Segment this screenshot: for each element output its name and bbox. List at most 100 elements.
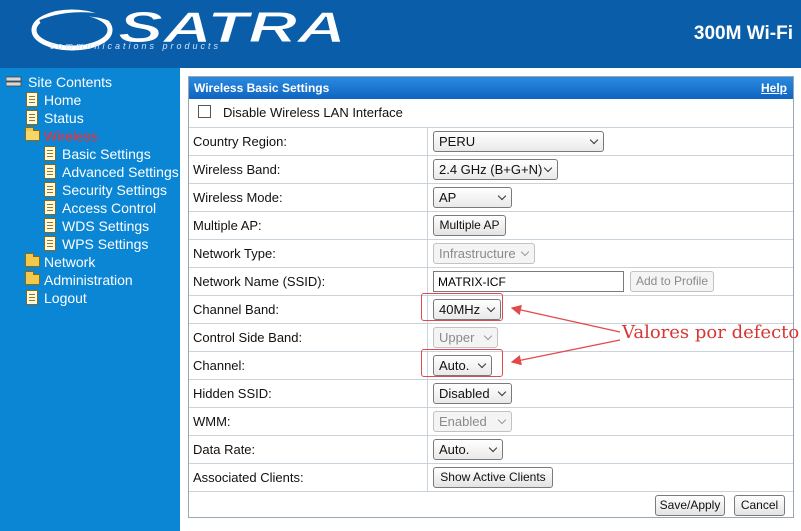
document-icon (26, 110, 38, 125)
folder-icon (25, 271, 40, 285)
chevron-down-icon (483, 331, 493, 341)
multiple-ap-button[interactable]: Multiple AP (433, 215, 506, 236)
cancel-button[interactable]: Cancel (734, 495, 785, 516)
control-side-band-value: Upper (439, 330, 475, 345)
site-contents-icon (6, 76, 22, 87)
disable-wlan-checkbox[interactable] (198, 105, 211, 118)
wireless-mode-row: Wireless Mode: AP (189, 183, 793, 211)
wireless-mode-select[interactable]: AP (433, 187, 512, 208)
disable-wlan-label: Disable Wireless LAN Interface (223, 105, 403, 120)
column-divider (427, 240, 428, 267)
channel-band-label: Channel Band: (193, 302, 280, 317)
document-icon (44, 200, 56, 215)
network-type-row: Network Type: Infrastructure (189, 239, 793, 267)
wireless-mode-value: AP (439, 190, 457, 205)
folder-open-icon (25, 127, 40, 141)
country-region-value: PERU (439, 134, 476, 149)
document-icon (44, 218, 56, 233)
ssid-row: Network Name (SSID): MATRIX-ICF Add to P… (189, 267, 793, 295)
document-icon (44, 236, 56, 251)
satra-logo: SATRA communications products (31, 3, 347, 53)
column-divider (427, 268, 428, 295)
sidebar-item-label: Basic Settings (62, 146, 151, 162)
folder-icon (25, 253, 40, 267)
hidden-ssid-label: Hidden SSID: (193, 386, 272, 401)
add-to-profile-button[interactable]: Add to Profile (630, 271, 714, 292)
chevron-down-icon (497, 191, 507, 201)
multiple-ap-row: Multiple AP: Multiple AP (189, 211, 793, 239)
sidebar-item-label: WPS Settings (62, 236, 149, 252)
chevron-down-icon (589, 135, 599, 145)
associated-clients-row: Associated Clients: Show Active Clients (189, 463, 793, 491)
data-rate-select[interactable]: Auto. (433, 439, 503, 460)
column-divider (427, 380, 428, 407)
column-divider (427, 464, 428, 491)
column-divider (427, 436, 428, 463)
sidebar-item-label: Administration (44, 272, 133, 288)
action-row: Save/Apply Cancel (189, 491, 793, 517)
save-apply-button[interactable]: Save/Apply (655, 495, 725, 516)
column-divider (427, 408, 428, 435)
control-side-band-select[interactable]: Upper (433, 327, 498, 348)
wireless-band-label: Wireless Band: (193, 162, 281, 177)
sidebar-item-label: Status (44, 110, 84, 126)
column-divider (427, 128, 428, 155)
hidden-ssid-row: Hidden SSID: Disabled (189, 379, 793, 407)
chevron-down-icon (543, 163, 553, 173)
header-bar: SATRA communications products 300M Wi-Fi (0, 0, 801, 68)
annotation-arrows (510, 304, 621, 366)
country-region-label: Country Region: (193, 134, 287, 149)
disable-wlan-row: Disable Wireless LAN Interface (189, 99, 793, 127)
sidebar-root-label: Site Contents (28, 74, 113, 90)
chevron-down-icon (488, 443, 498, 453)
data-rate-label: Data Rate: (193, 442, 256, 457)
wmm-value: Enabled (439, 414, 487, 429)
network-type-label: Network Type: (193, 246, 276, 261)
sidebar-item-label: Wireless (44, 128, 98, 144)
sidebar-item-label: Network (44, 254, 96, 270)
associated-clients-label: Associated Clients: (193, 470, 304, 485)
multiple-ap-label: Multiple AP: (193, 218, 262, 233)
country-region-select[interactable]: PERU (433, 131, 604, 152)
column-divider (427, 184, 428, 211)
sidebar-item-label: WDS Settings (62, 218, 150, 234)
sidebar-item-label: Security Settings (62, 182, 168, 198)
wmm-row: WMM: Enabled (189, 407, 793, 435)
network-type-select[interactable]: Infrastructure (433, 243, 535, 264)
column-divider (427, 324, 428, 351)
sidebar-item-label: Logout (44, 290, 87, 306)
wireless-band-value: 2.4 GHz (B+G+N) (439, 162, 543, 177)
show-active-clients-button[interactable]: Show Active Clients (433, 467, 553, 488)
document-icon (44, 146, 56, 161)
ssid-label: Network Name (SSID): (193, 274, 326, 289)
highlight-channel-band (421, 293, 503, 321)
highlight-channel (421, 349, 503, 377)
ssid-value: MATRIX-ICF (438, 275, 506, 289)
data-rate-row: Data Rate: Auto. (189, 435, 793, 463)
column-divider (427, 156, 428, 183)
ssid-input[interactable]: MATRIX-ICF (433, 271, 624, 292)
help-link[interactable]: Help (761, 81, 787, 95)
model-title: 300M Wi-Fi (693, 23, 793, 44)
wireless-mode-label: Wireless Mode: (193, 190, 283, 205)
sidebar: Site Contents Home Status Wireless Basic… (0, 68, 180, 531)
wmm-label: WMM: (193, 414, 231, 429)
brand-tagline: communications products (50, 41, 221, 51)
country-region-row: Country Region: PERU (189, 127, 793, 155)
document-icon (44, 182, 56, 197)
hidden-ssid-value: Disabled (439, 386, 490, 401)
document-icon (26, 92, 38, 107)
wmm-select[interactable]: Enabled (433, 411, 512, 432)
wireless-band-row: Wireless Band: 2.4 GHz (B+G+N) (189, 155, 793, 183)
channel-label: Channel: (193, 358, 246, 373)
network-type-value: Infrastructure (439, 246, 516, 261)
wireless-band-select[interactable]: 2.4 GHz (B+G+N) (433, 159, 558, 180)
document-icon (26, 290, 38, 305)
data-rate-value: Auto. (439, 442, 470, 457)
sidebar-item-label: Advanced Settings (62, 164, 179, 180)
panel-title: Wireless Basic Settings (194, 81, 330, 95)
chevron-down-icon (497, 387, 507, 397)
hidden-ssid-select[interactable]: Disabled (433, 383, 512, 404)
column-divider (427, 212, 428, 239)
panel-title-bar: Wireless Basic Settings Help (189, 77, 793, 99)
